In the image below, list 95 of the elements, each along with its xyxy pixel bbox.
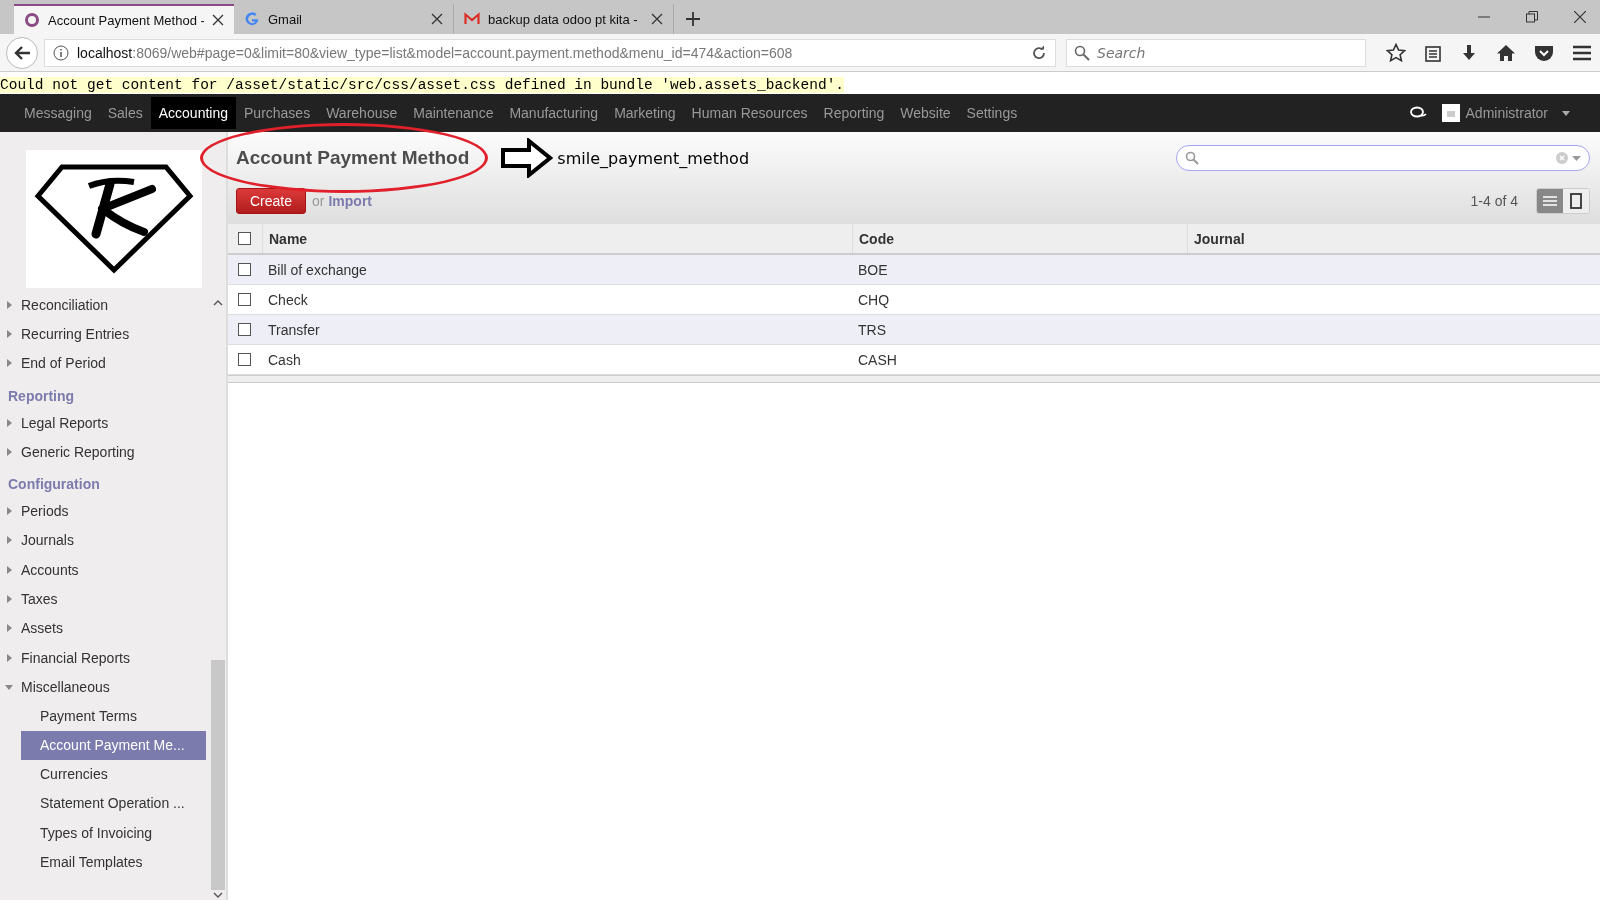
menu-item[interactable]: Messaging (16, 97, 100, 129)
sidebar-item[interactable]: Journals (0, 525, 206, 556)
close-icon (651, 13, 663, 25)
sidebar-item[interactable]: Currencies (21, 760, 206, 790)
table-row[interactable]: Transfer TRS (228, 315, 1600, 345)
table-cell: Bill of exchange (268, 261, 367, 278)
pocket-icon (1534, 43, 1554, 62)
sidebar-item[interactable]: Types of Invoicing (21, 818, 206, 849)
sidebar-item[interactable]: Taxes (0, 584, 206, 614)
down-chevron-icon (213, 892, 223, 898)
sidebar-item[interactable]: Financial Reports (0, 642, 206, 673)
caret-icon (1562, 110, 1570, 116)
search-icon (1074, 44, 1090, 61)
table-cell: Check (268, 291, 308, 308)
download-icon (1460, 43, 1478, 62)
close-icon (431, 13, 443, 25)
sidebar-item[interactable]: Reconciliation (0, 296, 206, 320)
section-heading: Configuration (7, 475, 101, 495)
page-title: Account Payment Method (236, 147, 470, 169)
g-logo-icon (244, 11, 260, 27)
pager-text: 1-4 of 4 (1470, 193, 1518, 209)
sidebar-item[interactable]: End of Period (0, 348, 206, 378)
sidebar-item[interactable]: Recurring Entries (0, 319, 206, 349)
sidebar-item[interactable]: Payment Terms (21, 701, 206, 731)
row-checkbox[interactable] (238, 293, 251, 306)
clipboard-icon (1424, 43, 1442, 62)
sidebar-item[interactable]: Assets (0, 613, 206, 643)
home-icon (1496, 43, 1516, 62)
sidebar-item[interactable]: Accounts (0, 555, 206, 585)
menu-item[interactable]: Website (892, 97, 959, 129)
column-header[interactable]: Journal (1194, 230, 1245, 247)
chat-icon (1409, 106, 1428, 120)
sidebar-item[interactable]: Generic Reporting (0, 437, 206, 467)
left-arrow-icon (13, 44, 31, 61)
reload-icon (1031, 44, 1047, 61)
table-cell: Cash (268, 351, 301, 368)
menu-item[interactable]: Reporting (815, 97, 893, 129)
menu-item[interactable]: Human Resources (683, 97, 816, 129)
column-header[interactable]: Name (269, 230, 308, 247)
restore-icon (1526, 11, 1538, 23)
form-view-button[interactable] (1563, 189, 1589, 213)
section-heading: Reporting (7, 386, 76, 406)
scrollbar-thumb[interactable] (211, 660, 225, 890)
sidebar-item[interactable]: Legal Reports (0, 407, 206, 438)
annotation-text: smile_payment_method (557, 148, 750, 168)
create-button[interactable]: Create (236, 188, 307, 214)
menu-icon (1572, 44, 1592, 61)
table-cell: CHQ (858, 291, 890, 308)
close-icon (1574, 11, 1586, 23)
menu-item[interactable]: Settings (958, 97, 1026, 129)
table-cell: TRS (858, 321, 886, 338)
row-checkbox[interactable] (238, 353, 251, 366)
url-text: localhost:8069/web#page=0&limit=80&view_type=list&model=account.payment.method&menu_id=474&action=608 (77, 44, 794, 61)
menu-item[interactable]: Warehouse (318, 97, 406, 129)
sidebar-item[interactable]: Statement Operation ... (21, 789, 206, 819)
star-icon (1386, 42, 1406, 63)
table-row[interactable]: Bill of exchange BOE (228, 255, 1600, 285)
search-icon (1185, 151, 1199, 165)
browser-tab[interactable]: Account Payment Method - (14, 4, 234, 34)
plus-icon (686, 12, 700, 26)
menu-item[interactable]: Sales (99, 97, 151, 129)
page-icon (1570, 193, 1582, 209)
column-header[interactable]: Code (859, 230, 894, 247)
caret-icon (1572, 155, 1581, 161)
menu-item[interactable]: Manufacturing (501, 97, 607, 129)
back-button[interactable] (6, 36, 38, 69)
ring-icon (24, 12, 40, 28)
menu-item[interactable]: Accounting (150, 97, 236, 129)
avatar-icon (1441, 104, 1460, 122)
select-all-checkbox[interactable] (238, 232, 251, 245)
sidebar-item[interactable]: Miscellaneous (0, 672, 206, 702)
or-text: or (312, 193, 325, 209)
close-icon (212, 14, 224, 26)
table-cell: BOE (858, 261, 888, 278)
menu-item[interactable]: Maintenance (405, 97, 502, 129)
search-field[interactable] (1176, 145, 1590, 171)
info-icon (53, 44, 69, 61)
sidebar-item[interactable]: Account Payment Me... (21, 730, 206, 761)
menu-item[interactable]: Marketing (606, 97, 684, 129)
sidebar-item[interactable]: Email Templates (21, 848, 206, 878)
table-cell: Transfer (268, 321, 320, 338)
up-chevron-icon (213, 300, 223, 306)
row-checkbox[interactable] (238, 323, 251, 336)
address-bar[interactable]: localhost:8069/web#page=0&limit=80&view_type=list&model=account.payment.method&menu_id=474&action=608 (44, 38, 1056, 67)
envelope-m-icon (464, 11, 480, 27)
right-arrow-icon (501, 138, 554, 178)
row-checkbox[interactable] (238, 263, 251, 276)
user-menu[interactable]: Administrator (1465, 105, 1548, 121)
table-cell: CASH (858, 351, 897, 368)
sidebar-item[interactable]: Periods (0, 496, 206, 526)
list-icon (1543, 195, 1557, 207)
clear-icon (1556, 152, 1568, 164)
search-field[interactable]: Search (1066, 38, 1366, 67)
menu-item[interactable]: Purchases (236, 97, 319, 129)
error-message: Could not get content for /asset/static/src/css/asset.css defined in bundle 'web.assets_backend'. (0, 77, 845, 93)
